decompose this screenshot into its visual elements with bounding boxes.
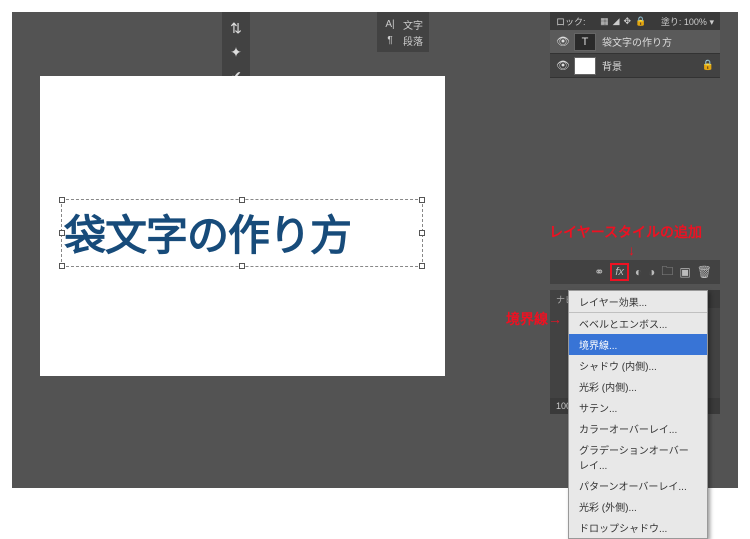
menu-item-gradient-overlay[interactable]: グラデーションオーバーレイ... [569, 439, 707, 475]
fill-value[interactable]: 100% [684, 17, 707, 27]
menu-item-inner-glow[interactable]: 光彩 (内側)... [569, 376, 707, 397]
lock-pixels-icon[interactable]: ▦ [600, 16, 609, 27]
layer-row-text[interactable]: 👁 T 袋文字の作り方 [550, 30, 720, 54]
layers-footer: ⚭ fx ◐ ◑ 🗀 ▣ 🗑 [550, 260, 720, 284]
handle-tl[interactable] [59, 197, 65, 203]
trash-icon[interactable]: 🗑 [697, 265, 712, 279]
handle-mr[interactable] [419, 230, 425, 236]
folder-icon[interactable]: 🗀 [661, 262, 673, 283]
menu-item-layer-effects[interactable]: レイヤー効果... [569, 291, 707, 313]
text-bounding-box[interactable]: 袋文字の作り方 [64, 202, 420, 264]
adjustment-icon[interactable]: ◑ [648, 265, 655, 279]
app-frame: ⇅ ✦ ✔ ☰ A|文字 ¶段落 ロック: ▦ ◢ ✥ 🔒 塗り: 100% ▾… [12, 12, 738, 488]
layer-row-bg[interactable]: 👁 背景 🔒 [550, 54, 720, 78]
visibility-icon[interactable]: 👁 [556, 59, 568, 72]
fill-dropdown-icon[interactable]: ▾ [709, 17, 714, 27]
fx-button[interactable]: fx [610, 263, 629, 281]
handle-br[interactable] [419, 263, 425, 269]
menu-item-stroke[interactable]: 境界線... [569, 334, 707, 355]
layer-style-menu: レイヤー効果... ベベルとエンボス... 境界線... シャドウ (内側)..… [568, 290, 708, 539]
handle-tm[interactable] [239, 197, 245, 203]
text-orient-tool[interactable]: ⇅ [226, 18, 246, 38]
mask-icon[interactable]: ◐ [635, 265, 642, 279]
handle-bl[interactable] [59, 263, 65, 269]
menu-item-drop-shadow[interactable]: ドロップシャドウ... [569, 517, 707, 538]
props-align-label: 段落 [403, 33, 423, 48]
menu-item-inner-shadow[interactable]: シャドウ (内側)... [569, 355, 707, 376]
layer-thumb-bg [574, 57, 596, 75]
handle-ml[interactable] [59, 230, 65, 236]
paragraph-icon: ¶ [383, 35, 397, 46]
layer-name-bg: 背景 [602, 58, 622, 73]
menu-item-satin[interactable]: サテン... [569, 397, 707, 418]
warp-tool[interactable]: ✦ [226, 42, 246, 62]
lock-label: ロック: [556, 15, 586, 28]
link-icon[interactable]: ⚭ [594, 265, 604, 279]
lock-all-icon[interactable]: 🔒 [635, 16, 646, 27]
selection-outline [61, 199, 423, 267]
annotation-add-layer-style: レイヤースタイルの追加 [549, 222, 702, 242]
visibility-icon[interactable]: 👁 [556, 35, 568, 48]
new-layer-icon[interactable]: ▣ [679, 265, 690, 279]
lock-image-icon[interactable]: ◢ [613, 16, 620, 27]
annotation-stroke: 境界線→ [506, 309, 562, 329]
menu-item-bevel[interactable]: ベベルとエンボス... [569, 313, 707, 334]
canvas[interactable]: 袋文字の作り方 [40, 76, 445, 376]
fill-label: 塗り: [661, 17, 682, 27]
lock-position-icon[interactable]: ✥ [624, 16, 632, 27]
menu-item-outer-glow[interactable]: 光彩 (外側)... [569, 496, 707, 517]
layer-lock-bar: ロック: ▦ ◢ ✥ 🔒 塗り: 100% ▾ [550, 12, 720, 30]
layer-name-text: 袋文字の作り方 [602, 34, 672, 49]
text-tool-icon: A| [383, 19, 397, 30]
layers-panel: 👁 T 袋文字の作り方 👁 背景 🔒 [550, 30, 720, 78]
handle-tr[interactable] [419, 197, 425, 203]
properties-panel: A| 文字 ¶ 段落 [377, 12, 429, 52]
layer-thumb-text: T [574, 33, 596, 51]
props-text-label: 文字 [403, 17, 423, 32]
annotation-arrow-icon: ↓ [628, 242, 635, 258]
handle-bm[interactable] [239, 263, 245, 269]
menu-item-pattern-overlay[interactable]: パターンオーバーレイ... [569, 475, 707, 496]
menu-item-color-overlay[interactable]: カラーオーバーレイ... [569, 418, 707, 439]
lock-icon: 🔒 [702, 60, 714, 71]
